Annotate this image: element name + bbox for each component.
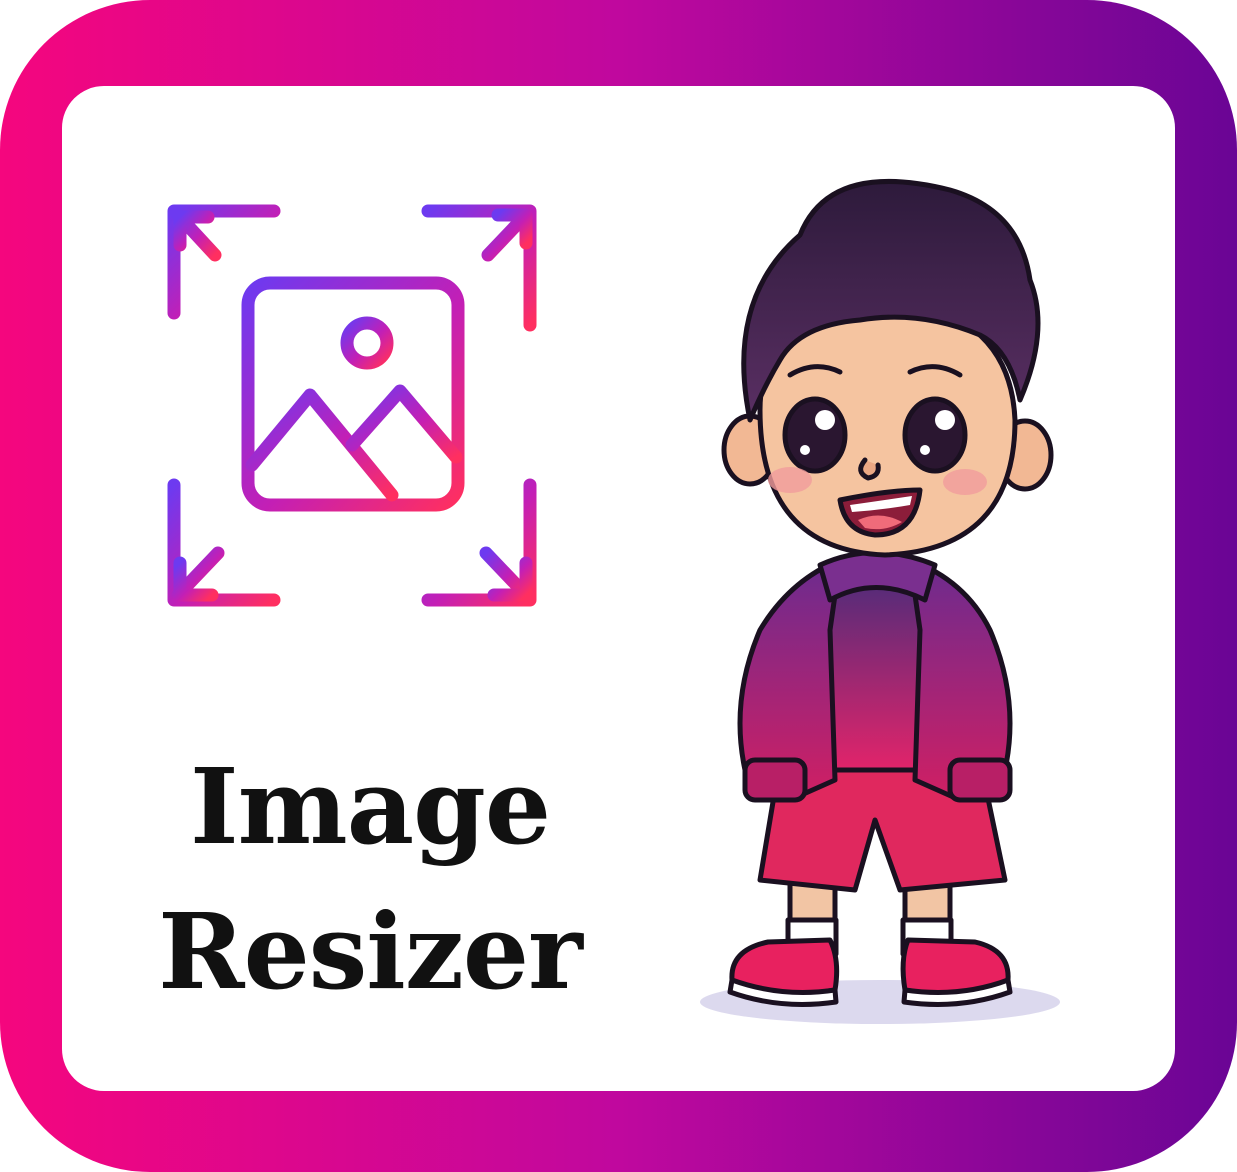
- image-resize-icon: [167, 204, 537, 607]
- title-line-resizer: Resizer: [158, 890, 583, 1013]
- title-line-image: Image: [190, 745, 551, 868]
- cartoon-boy-mascot: [700, 178, 1060, 1024]
